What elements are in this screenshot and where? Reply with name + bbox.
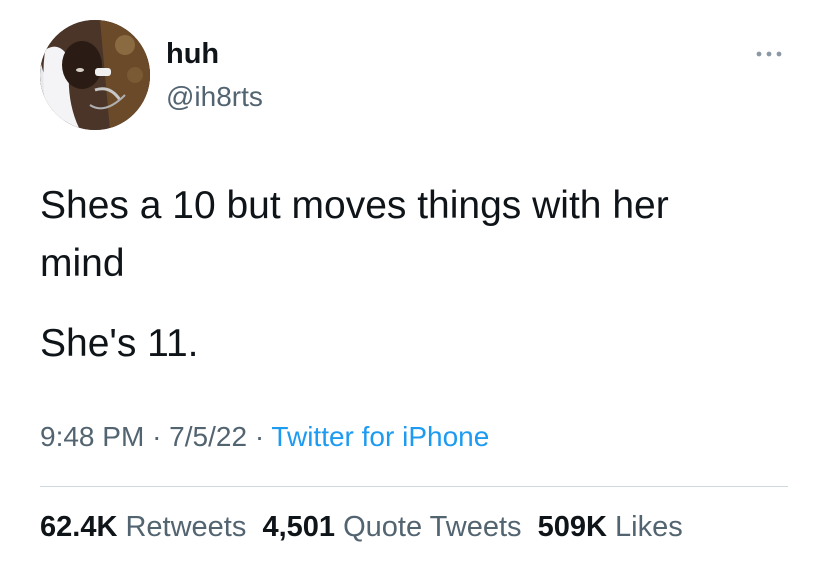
retweets-stat[interactable]: 62.4K Retweets bbox=[40, 511, 246, 543]
avatar[interactable] bbox=[40, 20, 150, 130]
profile-photo-image bbox=[40, 20, 150, 130]
quote-tweets-label: Quote Tweets bbox=[343, 511, 522, 543]
meta-separator: · bbox=[152, 421, 162, 452]
likes-label: Likes bbox=[615, 511, 683, 543]
tweet-text-line: Shes a 10 but moves things with her bbox=[40, 184, 669, 227]
retweets-label: Retweets bbox=[125, 511, 247, 543]
tweet-text-line: She's 11. bbox=[40, 322, 199, 365]
tweet-date[interactable]: 7/5/22 bbox=[169, 421, 247, 452]
retweets-count: 62.4K bbox=[40, 511, 118, 543]
tweet-card: huh @ih8rts Shes a 10 but moves things w… bbox=[0, 0, 828, 566]
tweet-time[interactable]: 9:48 PM bbox=[40, 421, 144, 452]
quote-tweets-stat[interactable]: 4,501 Quote Tweets bbox=[262, 511, 521, 543]
username-handle[interactable]: @ih8rts bbox=[166, 80, 263, 114]
quote-tweets-count: 4,501 bbox=[262, 511, 336, 543]
tweet-source-link[interactable]: Twitter for iPhone bbox=[271, 421, 489, 452]
more-horizontal-icon[interactable] bbox=[752, 44, 786, 64]
divider bbox=[40, 486, 788, 487]
display-name[interactable]: huh bbox=[166, 36, 219, 72]
engagement-stats: 62.4K Retweets 4,501 Quote Tweets 509K L… bbox=[40, 508, 683, 546]
tweet-meta: 9:48 PM · 7/5/22 · Twitter for iPhone bbox=[40, 418, 489, 456]
tweet-text-line: mind bbox=[40, 242, 125, 285]
meta-separator: · bbox=[254, 421, 265, 452]
likes-stat[interactable]: 509K Likes bbox=[538, 511, 683, 543]
likes-count: 509K bbox=[537, 511, 607, 543]
